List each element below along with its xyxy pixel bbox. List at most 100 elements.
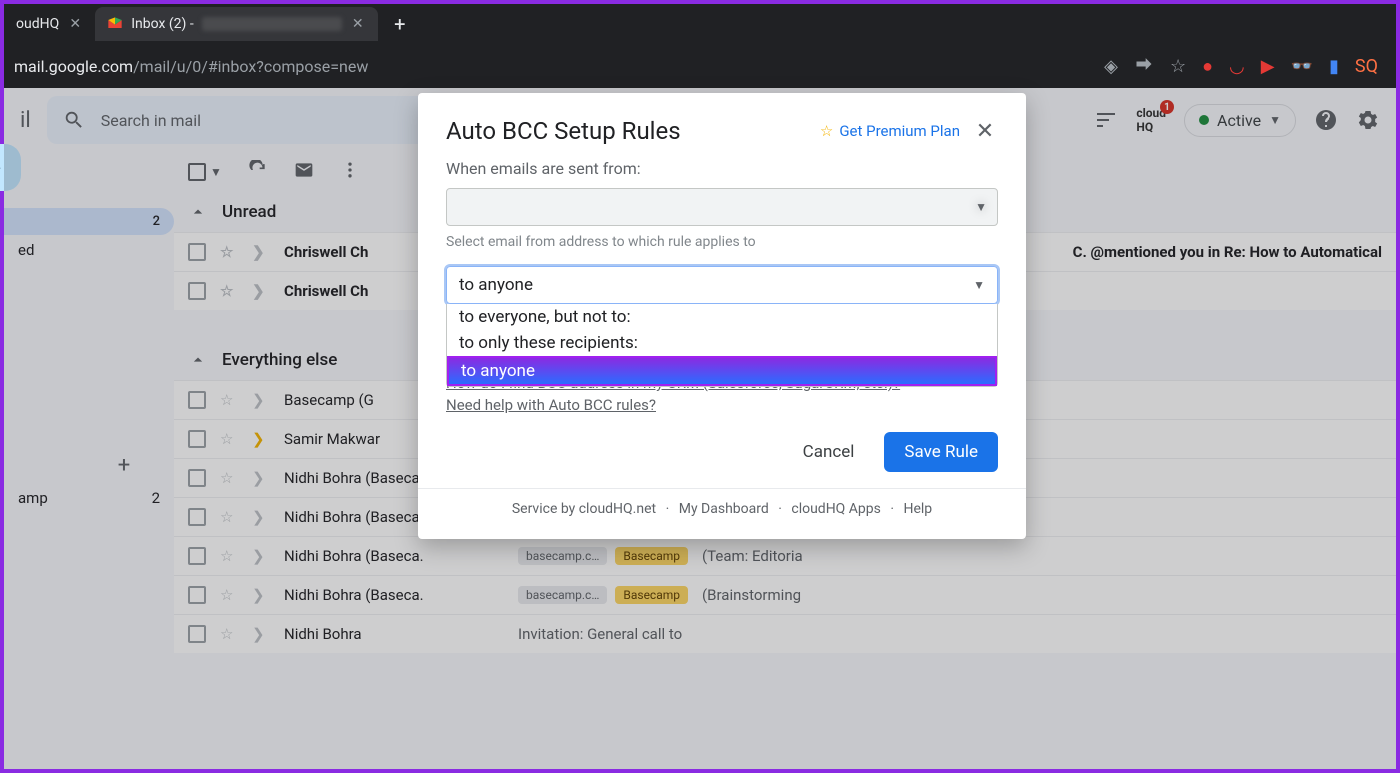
address-bar[interactable]: mail.google.com/mail/u/0/#inbox?compose=…: [4, 57, 368, 76]
ext-icon-note[interactable]: ▮: [1329, 56, 1339, 77]
option-only-these[interactable]: to only these recipients:: [447, 330, 997, 356]
row-checkbox[interactable]: [188, 586, 206, 604]
modal-title: Auto BCC Setup Rules: [446, 117, 681, 145]
star-icon[interactable]: ☆: [220, 469, 238, 487]
footer-dashboard-link[interactable]: My Dashboard: [679, 501, 769, 517]
subject: (Brainstorming: [702, 586, 1382, 604]
more-icon[interactable]: [340, 160, 360, 184]
row-checkbox[interactable]: [188, 243, 206, 261]
close-icon[interactable]: ✕: [350, 16, 366, 32]
importance-icon[interactable]: ❯: [252, 430, 270, 448]
star-icon[interactable]: ☆: [220, 508, 238, 526]
label-chip[interactable]: Basecamp: [615, 586, 688, 604]
url-path: /mail/u/0/#inbox?compose=new: [133, 57, 368, 76]
section-title: Everything else: [222, 350, 337, 370]
importance-icon[interactable]: ❯: [252, 391, 270, 409]
add-label-button[interactable]: +: [104, 445, 144, 485]
importance-icon[interactable]: ❯: [252, 469, 270, 487]
close-button[interactable]: ✕: [972, 118, 998, 144]
star-icon[interactable]: ☆: [220, 430, 238, 448]
auto-bcc-modal: Auto BCC Setup Rules ☆ Get Premium Plan …: [418, 93, 1026, 539]
product-title: il: [20, 108, 31, 133]
cancel-button[interactable]: Cancel: [791, 434, 867, 470]
share-icon[interactable]: [1134, 54, 1154, 79]
chevron-down-icon: [188, 350, 208, 370]
importance-icon[interactable]: ❯: [252, 625, 270, 643]
tab-cloudhq[interactable]: oudHQ ✕: [4, 7, 95, 41]
importance-icon[interactable]: ❯: [252, 508, 270, 526]
cloudhq-badge[interactable]: cloudHQ1: [1136, 106, 1166, 134]
ext-icon-sq[interactable]: SQ: [1355, 56, 1378, 77]
importance-icon[interactable]: ❯: [252, 586, 270, 604]
star-icon[interactable]: ☆: [220, 586, 238, 604]
chevron-down-icon[interactable]: ▼: [210, 165, 222, 179]
row-checkbox[interactable]: [188, 282, 206, 300]
search-placeholder: Search in mail: [101, 111, 201, 130]
bookmark-star-icon[interactable]: ☆: [1170, 56, 1186, 77]
recipients-select[interactable]: to anyone ▼: [446, 266, 998, 304]
email-row[interactable]: ☆❯ Nidhi Bohra (Baseca. basecamp.c…Basec…: [174, 536, 1396, 575]
star-icon[interactable]: ☆: [220, 625, 238, 643]
email-row[interactable]: ☆❯ Nidhi Bohra Invitation: General call …: [174, 614, 1396, 653]
option-anyone[interactable]: to anyone: [447, 356, 997, 386]
refresh-icon[interactable]: [248, 160, 268, 184]
ext-icon-1[interactable]: ●: [1202, 56, 1213, 77]
star-icon[interactable]: ☆: [220, 391, 238, 409]
importance-icon[interactable]: ❯: [252, 282, 270, 300]
email-row[interactable]: ☆ ❯ Nidhi Bohra (Baseca. basecamp.c… Basec…: [174, 575, 1396, 614]
gmail-favicon: [107, 16, 123, 32]
footer-service: Service by cloudHQ.net: [512, 501, 656, 517]
search-icon: [63, 109, 85, 131]
option-everyone-but[interactable]: to everyone, but not to:: [447, 304, 997, 330]
tune-icon[interactable]: [1094, 108, 1118, 132]
row-checkbox[interactable]: [188, 430, 206, 448]
star-icon[interactable]: ☆: [220, 547, 238, 565]
modal-footer: Service by cloudHQ.net · My Dashboard · …: [418, 488, 1026, 529]
row-checkbox[interactable]: [188, 508, 206, 526]
sidebar-item-inbox[interactable]: 2: [4, 208, 174, 235]
help-icon[interactable]: [1314, 108, 1338, 132]
star-icon[interactable]: ☆: [220, 243, 238, 261]
close-icon[interactable]: ✕: [67, 16, 83, 32]
recipients-dropdown: to everyone, but not to: to only these r…: [446, 304, 998, 387]
mark-read-icon[interactable]: [294, 160, 314, 184]
browser-toolbar: mail.google.com/mail/u/0/#inbox?compose=…: [4, 44, 1396, 88]
gear-icon[interactable]: [1356, 108, 1380, 132]
pocket-icon[interactable]: ◡: [1229, 56, 1245, 77]
row-checkbox[interactable]: [188, 625, 206, 643]
chevron-down-icon: ▼: [975, 200, 987, 214]
from-helper: Select email from address to which rule …: [446, 234, 998, 250]
status-pill[interactable]: Active ▼: [1184, 104, 1296, 137]
sender: Nidhi Bohra (Baseca.: [284, 586, 504, 604]
help-link-rules[interactable]: Need help with Auto BCC rules?: [446, 396, 998, 414]
footer-help-link[interactable]: Help: [903, 501, 932, 517]
label-chip[interactable]: basecamp.c…: [518, 547, 607, 565]
importance-icon[interactable]: ❯: [252, 243, 270, 261]
star-icon: ☆: [820, 122, 833, 140]
label-text: amp: [18, 489, 48, 507]
footer-apps-link[interactable]: cloudHQ Apps: [791, 501, 881, 517]
badge-count: 1: [1160, 100, 1174, 114]
save-rule-button[interactable]: Save Rule: [884, 432, 998, 472]
reader-icon[interactable]: ◈: [1104, 56, 1118, 77]
ext-icon-glasses[interactable]: 👓: [1291, 56, 1313, 77]
star-icon[interactable]: ☆: [220, 282, 238, 300]
sender: Nidhi Bohra: [284, 625, 504, 643]
from-select[interactable]: ▼: [446, 188, 998, 226]
chevron-down-icon: [188, 202, 208, 222]
label-chip[interactable]: basecamp.c…: [518, 586, 607, 604]
row-checkbox[interactable]: [188, 469, 206, 487]
sidebar-label[interactable]: amp 2: [4, 485, 174, 511]
importance-icon[interactable]: ❯: [252, 547, 270, 565]
tab-gmail[interactable]: Inbox (2) - ✕: [95, 7, 378, 41]
select-value: to anyone: [459, 275, 533, 295]
row-checkbox[interactable]: [188, 391, 206, 409]
row-checkbox[interactable]: [188, 547, 206, 565]
compose-button[interactable]: se: [0, 144, 21, 191]
ext-icon-play[interactable]: ▶: [1261, 56, 1275, 77]
label-chip[interactable]: Basecamp: [615, 547, 688, 565]
new-tab-button[interactable]: +: [386, 10, 414, 38]
get-premium-link[interactable]: ☆ Get Premium Plan: [820, 122, 960, 140]
select-all-checkbox[interactable]: [188, 163, 206, 181]
sidebar-item[interactable]: ed: [4, 235, 174, 265]
